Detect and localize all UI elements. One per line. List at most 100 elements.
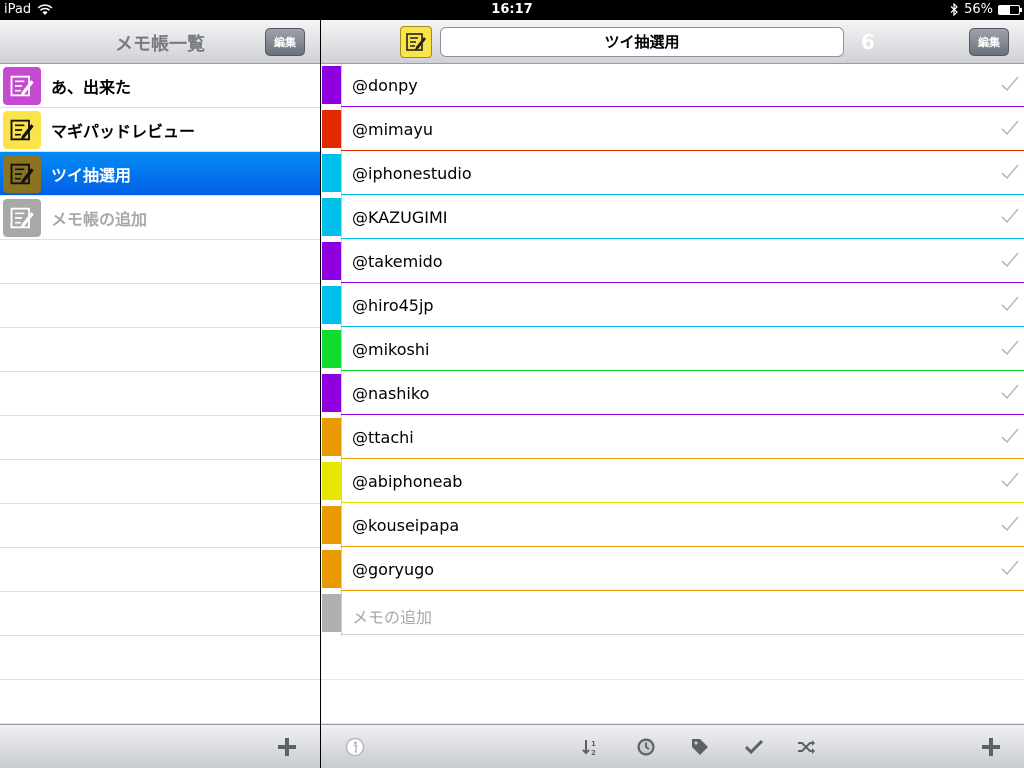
add-memo-label: メモの追加 [352, 608, 433, 627]
shuffle-icon [798, 740, 815, 754]
memo-underline [341, 106, 1024, 107]
memo-underline [341, 370, 1024, 371]
memo-underline [341, 150, 1024, 151]
clock-button[interactable] [634, 735, 658, 759]
empty-row [0, 416, 320, 460]
memo-text: @nashiko [352, 384, 430, 403]
memo-row[interactable]: @kouseipapa [321, 504, 1024, 548]
memo-check-button[interactable] [1000, 206, 1020, 226]
memo-text: @goryugo [352, 560, 435, 579]
memo-row[interactable]: @takemido [321, 240, 1024, 284]
memo-check-button[interactable] [1000, 294, 1020, 314]
notebook-icon-button[interactable] [400, 26, 432, 58]
check-icon [1001, 560, 1019, 576]
check-button[interactable] [742, 735, 766, 759]
memo-check-button[interactable] [1000, 338, 1020, 358]
memo-color-bar [322, 198, 341, 236]
empty-row [0, 328, 320, 372]
memo-check-button[interactable] [1000, 558, 1020, 578]
memo-color-bar [322, 594, 341, 632]
memo-color-bar [322, 330, 341, 368]
notebook-edit-button[interactable]: 編集 [265, 28, 305, 56]
memo-text: @abiphoneab [352, 472, 463, 491]
memo-color-bar [322, 242, 341, 280]
memo-check-button[interactable] [1000, 74, 1020, 94]
empty-row [0, 240, 320, 284]
memo-pane: ツイ抽選用 6 編集 @donpy @mimayu @iphonestudio @KA… [321, 20, 1024, 768]
memo-check-button[interactable] [1000, 514, 1020, 534]
add-memo-button[interactable] [979, 735, 1003, 759]
memo-check-button[interactable] [1000, 382, 1020, 402]
memo-row[interactable]: @iphonestudio [321, 152, 1024, 196]
memo-cell [341, 64, 1024, 108]
notebook-navbar: メモ帳一覧 編集 [0, 20, 320, 64]
memo-underline [341, 194, 1024, 195]
memo-text: @mimayu [352, 120, 434, 139]
memo-row[interactable]: @mimayu [321, 108, 1024, 152]
memo-cell [341, 548, 1024, 592]
memo-underline [341, 502, 1024, 503]
memo-row[interactable]: @ttachi [321, 416, 1024, 460]
info-button[interactable] [343, 735, 367, 759]
memo-color-bar [322, 154, 341, 192]
memo-underline [341, 282, 1024, 283]
memo-row[interactable]: @nashiko [321, 372, 1024, 416]
notebook-icon [3, 66, 41, 105]
memo-check-button[interactable] [1000, 470, 1020, 490]
notebook-row[interactable]: ツイ抽選用 [0, 152, 320, 196]
memo-row[interactable]: @KAZUGIMI [321, 196, 1024, 240]
memo-text: @mikoshi [352, 340, 430, 359]
memo-edit-button[interactable]: 編集 [969, 28, 1009, 56]
memo-underline [341, 414, 1024, 415]
memo-check-button[interactable] [1000, 118, 1020, 138]
memo-row[interactable]: @mikoshi [321, 328, 1024, 372]
memo-cell [341, 372, 1024, 416]
notebook-icon [3, 154, 41, 193]
sort-icon: 12 [582, 740, 596, 757]
memo-underline [341, 238, 1024, 239]
memo-row[interactable]: @hiro45jp [321, 284, 1024, 328]
memo-check-button[interactable] [1000, 426, 1020, 446]
plus-icon [982, 738, 1000, 756]
notebook-row[interactable]: マギパッドレビュー [0, 108, 320, 152]
battery-fill [999, 5, 1011, 14]
memo-color-bar [322, 462, 341, 500]
memo-row[interactable]: @abiphoneab [321, 460, 1024, 504]
info-icon [345, 737, 365, 757]
shuffle-button[interactable] [795, 735, 819, 759]
add-memo-row[interactable]: メモの追加 [321, 592, 1024, 636]
memo-text: @takemido [352, 252, 443, 271]
add-notebook-row[interactable]: メモ帳の追加 [0, 196, 320, 240]
memo-cell [341, 284, 1024, 328]
memo-title-field[interactable]: ツイ抽選用 [440, 27, 844, 57]
empty-row [0, 680, 320, 724]
notebook-icon [3, 110, 41, 149]
empty-row [321, 636, 1024, 680]
plus-icon [278, 738, 296, 756]
add-notebook-button[interactable] [275, 735, 299, 759]
memo-color-bar [322, 110, 341, 148]
memo-cell [341, 416, 1024, 460]
check-icon [1001, 428, 1019, 444]
memo-text: @iphonestudio [352, 164, 472, 183]
check-icon [1001, 340, 1019, 356]
memo-color-bar [322, 286, 341, 324]
memo-check-button[interactable] [1000, 250, 1020, 270]
tag-icon [692, 739, 708, 755]
memo-color-bar [322, 550, 341, 588]
empty-row [0, 592, 320, 636]
notebook-label: ツイ抽選用 [51, 165, 132, 185]
memo-check-button[interactable] [1000, 162, 1020, 182]
memo-row[interactable]: @goryugo [321, 548, 1024, 592]
tag-button[interactable] [688, 735, 712, 759]
bluetooth-icon [950, 3, 958, 16]
svg-text:2: 2 [591, 749, 596, 757]
notebook-row[interactable]: あ、出来た [0, 64, 320, 108]
memo-row[interactable]: @donpy [321, 64, 1024, 108]
notepad-icon [10, 119, 34, 140]
memo-cell [341, 592, 1024, 636]
memo-color-bar [322, 66, 341, 104]
sort-button[interactable]: 12 [579, 735, 603, 759]
memo-text: @ttachi [352, 428, 414, 447]
check-icon [1001, 76, 1019, 92]
